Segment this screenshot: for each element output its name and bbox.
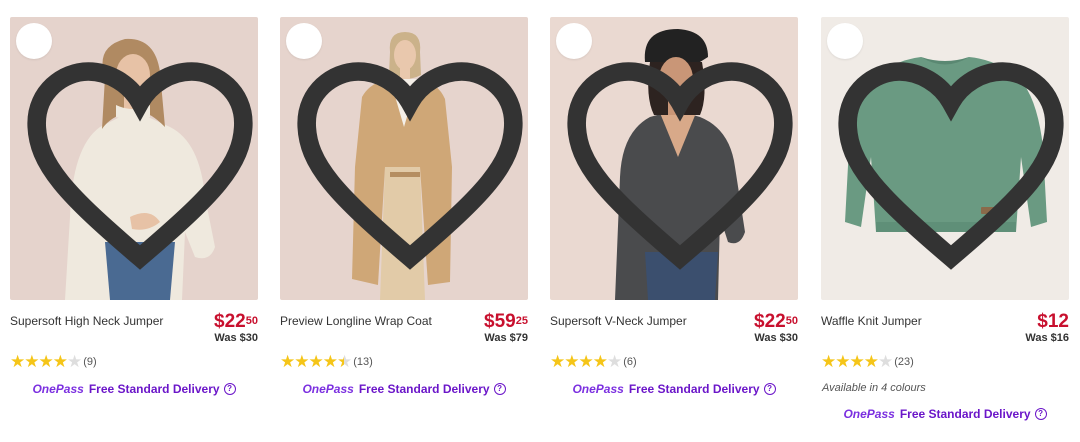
star-icon: ★ <box>294 352 309 371</box>
product-image[interactable] <box>280 17 528 300</box>
colour-availability[interactable]: Available in 4 colours <box>822 382 1069 394</box>
review-count: (6) <box>623 356 637 368</box>
star-icon: ★ <box>280 352 295 371</box>
product-rating[interactable]: ★ ★ ★ ★ ★ (23) <box>821 352 1069 371</box>
product-image[interactable] <box>821 17 1069 300</box>
product-rating[interactable]: ★ ★ ★ ★ ★ (13) <box>280 352 528 371</box>
info-icon[interactable]: ? <box>223 383 236 395</box>
product-rating[interactable]: ★ ★ ★ ★ ★ (6) <box>550 352 798 371</box>
onepass-logo: OnePass <box>843 407 895 421</box>
star-icon: ★ <box>38 352 54 371</box>
star-icon: ★ <box>67 352 82 371</box>
review-count: (23) <box>894 356 914 368</box>
review-count: (9) <box>83 356 97 368</box>
product-name[interactable]: Waffle Knit Jumper <box>821 314 922 328</box>
info-icon[interactable]: ? <box>763 383 776 395</box>
product-card[interactable]: Preview Longline Wrap Coat $5925 Was $79… <box>280 17 528 396</box>
product-price: $5925 <box>484 311 528 332</box>
rating-stars: ★ ★ ★ ★ ★ <box>550 352 622 371</box>
product-price: $12 <box>1037 311 1069 332</box>
product-card[interactable]: Supersoft High Neck Jumper $2250 Was $30… <box>10 17 258 396</box>
product-price: $2250 <box>754 311 798 332</box>
onepass-logo: OnePass <box>32 382 84 396</box>
onepass-delivery[interactable]: OnePass Free Standard Delivery ? <box>10 382 258 396</box>
wishlist-button[interactable] <box>16 23 253 270</box>
heart-icon <box>297 62 523 270</box>
onepass-delivery[interactable]: OnePass Free Standard Delivery ? <box>550 382 798 396</box>
delivery-text: Free Standard Delivery <box>88 382 220 396</box>
info-icon[interactable]: ? <box>1034 408 1047 420</box>
star-icon: ★ <box>308 352 324 371</box>
rating-stars: ★ ★ ★ ★ ★ <box>10 352 82 371</box>
star-icon: ★ <box>592 352 608 371</box>
star-icon: ★ <box>821 352 836 371</box>
product-name[interactable]: Supersoft V-Neck Jumper <box>550 314 687 328</box>
star-icon: ★ <box>10 352 25 371</box>
star-icon: ★ <box>863 352 879 371</box>
product-price: $2250 <box>214 311 258 332</box>
star-icon: ★ <box>878 352 893 371</box>
onepass-logo: OnePass <box>302 382 354 396</box>
was-price: Was $16 <box>1025 332 1069 344</box>
heart-icon <box>567 62 793 270</box>
star-icon: ★ <box>607 352 622 371</box>
heart-icon <box>27 62 253 270</box>
product-card[interactable]: Supersoft V-Neck Jumper $2250 Was $30 ★ … <box>550 17 798 396</box>
star-icon: ★ <box>849 352 865 371</box>
rating-stars: ★ ★ ★ ★ ★ <box>280 352 352 371</box>
onepass-delivery[interactable]: OnePass Free Standard Delivery ? <box>821 407 1069 421</box>
star-half-icon: ★ <box>337 352 352 371</box>
star-icon: ★ <box>24 352 39 371</box>
product-grid: Supersoft High Neck Jumper $2250 Was $30… <box>0 0 1080 442</box>
review-count: (13) <box>353 356 373 368</box>
onepass-logo: OnePass <box>572 382 624 396</box>
product-card[interactable]: Waffle Knit Jumper $12 Was $16 ★ ★ ★ ★ ★… <box>821 17 1069 421</box>
was-price: Was $79 <box>484 332 528 344</box>
heart-icon <box>838 62 1064 270</box>
star-icon: ★ <box>52 352 68 371</box>
info-icon[interactable]: ? <box>493 383 506 395</box>
was-price: Was $30 <box>754 332 798 344</box>
star-icon: ★ <box>550 352 565 371</box>
product-image[interactable] <box>10 17 258 300</box>
star-icon: ★ <box>578 352 594 371</box>
star-icon: ★ <box>564 352 579 371</box>
onepass-delivery[interactable]: OnePass Free Standard Delivery ? <box>280 382 528 396</box>
wishlist-button[interactable] <box>556 23 793 270</box>
delivery-text: Free Standard Delivery <box>899 407 1031 421</box>
delivery-text: Free Standard Delivery <box>628 382 760 396</box>
was-price: Was $30 <box>214 332 258 344</box>
rating-stars: ★ ★ ★ ★ ★ <box>821 352 893 371</box>
product-name[interactable]: Preview Longline Wrap Coat <box>280 314 432 328</box>
delivery-text: Free Standard Delivery <box>358 382 490 396</box>
product-image[interactable] <box>550 17 798 300</box>
wishlist-button[interactable] <box>827 23 1064 270</box>
wishlist-button[interactable] <box>286 23 523 270</box>
product-name[interactable]: Supersoft High Neck Jumper <box>10 314 163 328</box>
product-rating[interactable]: ★ ★ ★ ★ ★ (9) <box>10 352 258 371</box>
star-icon: ★ <box>835 352 850 371</box>
star-icon: ★ <box>322 352 338 371</box>
